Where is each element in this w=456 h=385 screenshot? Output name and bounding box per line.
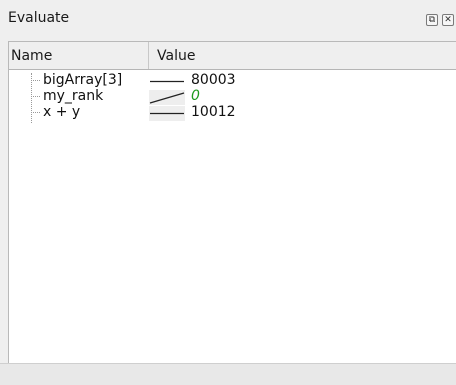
tree-header: Name Value bbox=[9, 42, 456, 70]
tree-branch-line bbox=[31, 80, 40, 81]
value-sparkline bbox=[150, 80, 184, 83]
float-panel-icon[interactable]: ⧉ bbox=[426, 14, 438, 26]
value-sparkline bbox=[149, 106, 185, 121]
row-value: 10012 bbox=[191, 104, 236, 120]
panel-title: Evaluate bbox=[8, 10, 70, 26]
row-name: x + y bbox=[43, 104, 81, 120]
value-sparkline bbox=[149, 90, 185, 105]
evaluate-panel: Evaluate ⧉ ✕ Name Value bigArray[3] 8000… bbox=[0, 0, 456, 385]
tree-row[interactable]: bigArray[3] 80003 bbox=[9, 72, 456, 89]
column-header-value[interactable]: Value bbox=[149, 42, 456, 69]
tree-branch-line bbox=[31, 96, 40, 97]
evaluate-tree[interactable]: Name Value bigArray[3] 80003 my_rank 0 x… bbox=[8, 41, 456, 363]
close-panel-icon[interactable]: ✕ bbox=[442, 14, 454, 26]
row-value: 80003 bbox=[191, 72, 236, 88]
row-name: my_rank bbox=[43, 88, 104, 104]
tree-row[interactable]: x + y 10012 bbox=[9, 104, 456, 121]
row-name: bigArray[3] bbox=[43, 72, 123, 88]
panel-title-bar: Evaluate ⧉ ✕ bbox=[0, 0, 456, 40]
row-value-changed: 0 bbox=[191, 88, 200, 104]
tree-branch-line bbox=[31, 112, 40, 113]
tree-row[interactable]: my_rank 0 bbox=[9, 88, 456, 105]
status-bar bbox=[0, 363, 456, 385]
column-header-name[interactable]: Name bbox=[9, 42, 149, 69]
